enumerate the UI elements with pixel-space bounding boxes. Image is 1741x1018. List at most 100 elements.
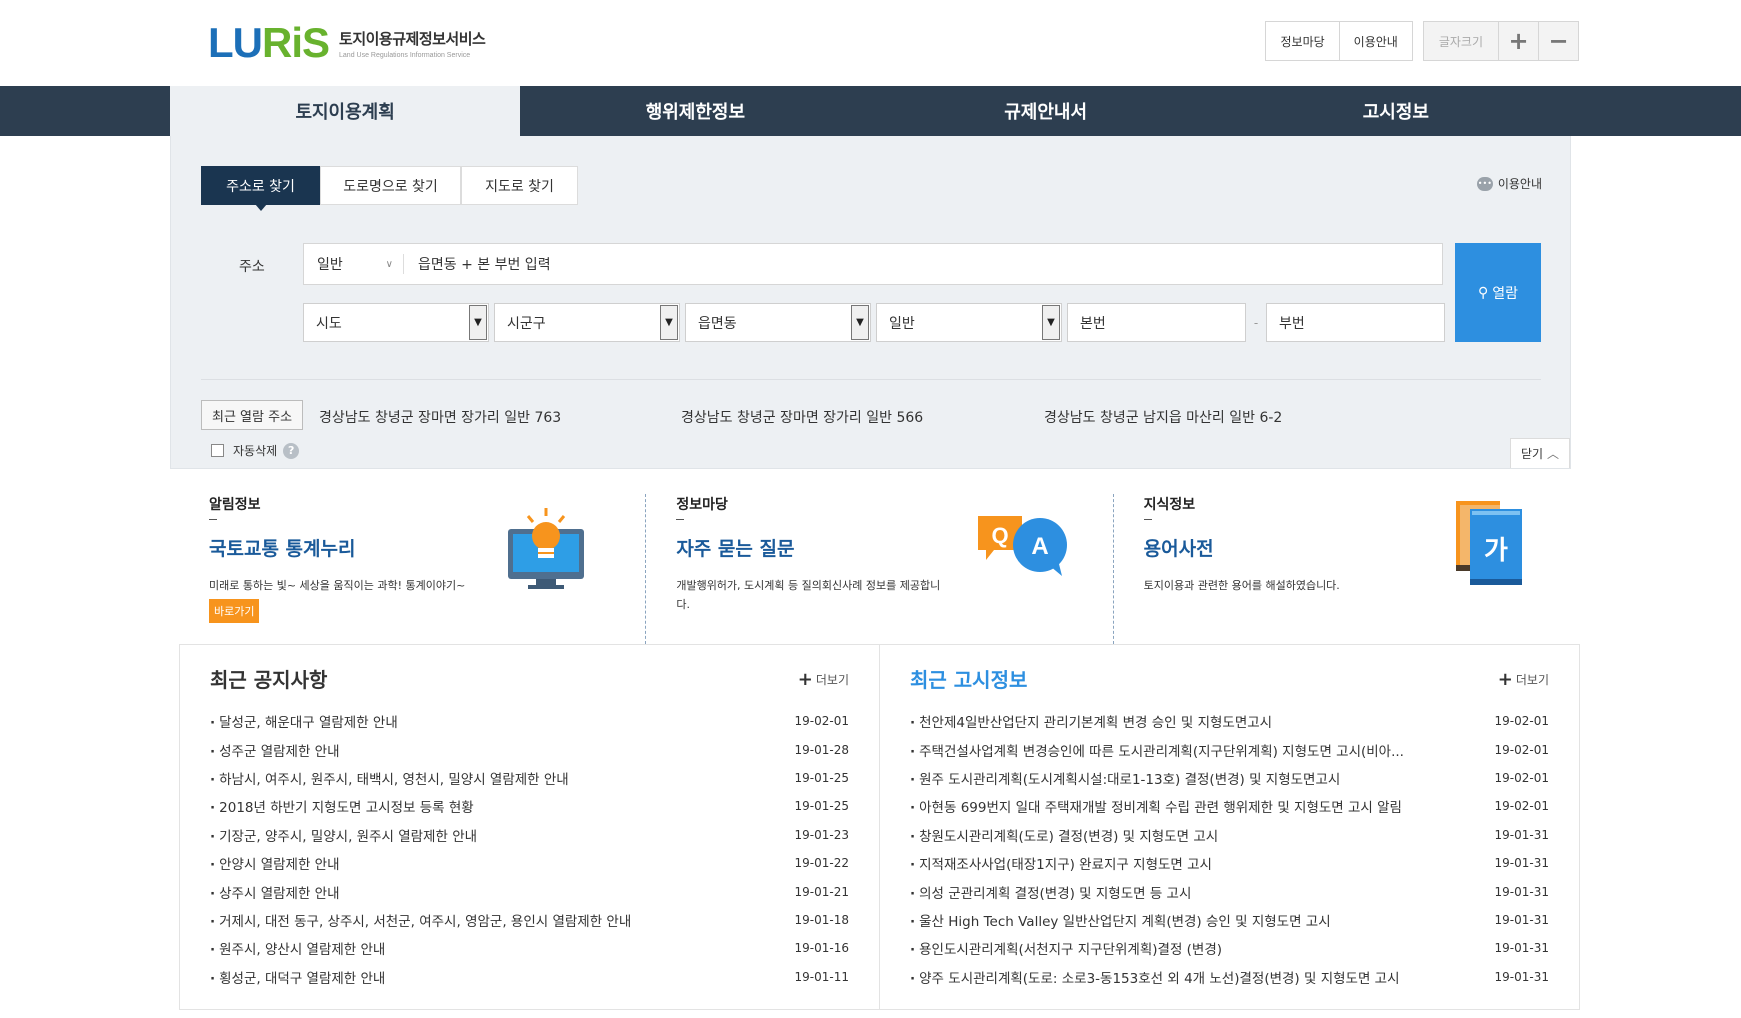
- auto-delete-checkbox[interactable]: [211, 444, 224, 457]
- list-item-date: 19-01-21: [794, 884, 849, 899]
- list-item[interactable]: 하남시, 여주시, 원주시, 태백시, 영천시, 밀양시 열람제한 안내 19-0…: [210, 764, 849, 792]
- list-item[interactable]: 횡성군, 대덕구 열람제한 안내 19-01-11: [210, 963, 849, 991]
- monitor-lightbulb-icon: [508, 508, 584, 589]
- help-icon[interactable]: ?: [283, 442, 300, 459]
- list-item-date: 19-01-28: [794, 742, 849, 757]
- address-type-select[interactable]: 일반 ∨: [304, 254, 404, 274]
- list-item-title[interactable]: 상주시 열람제한 안내: [210, 882, 339, 902]
- list-item[interactable]: 달성군, 해운대구 열람제한 안내 19-02-01: [210, 707, 849, 735]
- list-item-title[interactable]: 주택건설사업계획 변경승인에 따른 도시관리계획(지구단위계획) 지형도면 고시…: [910, 740, 1404, 760]
- view-button[interactable]: ⚲ 열람: [1455, 243, 1541, 342]
- go-button[interactable]: 바로가기: [209, 599, 260, 623]
- list-item[interactable]: 울산 High Tech Valley 일반산업단지 계획(변경) 승인 및 지…: [910, 906, 1549, 934]
- address-search-input[interactable]: 일반 ∨ 읍면동 + 본 부번 입력: [303, 243, 1443, 285]
- list-item-title[interactable]: 달성군, 해운대구 열람제한 안내: [210, 711, 398, 731]
- plus-icon: +: [1497, 669, 1513, 690]
- list-item-title[interactable]: 의성 군관리계획 결정(변경) 및 지형도면 등 고시: [910, 882, 1191, 902]
- tab-regulation-guide[interactable]: 규제안내서: [871, 86, 1221, 136]
- list-item[interactable]: 원주 도시관리계획(도시계획시설:대로1-13호) 결정(변경) 및 지형도면고…: [910, 764, 1549, 792]
- recent-address-item[interactable]: 경상남도 창녕군 장마면 장가리 일반 763: [319, 407, 561, 427]
- list-item[interactable]: 지적재조사사업(태장1지구) 완료지구 지형도면 고시 19-01-31: [910, 849, 1549, 877]
- list-item-title[interactable]: 원주시, 양산시 열람제한 안내: [210, 938, 385, 958]
- list-item-title[interactable]: 기장군, 양주시, 밀양시, 원주시 열람제한 안내: [210, 825, 477, 845]
- address-label: 주소: [239, 259, 265, 275]
- list-item[interactable]: 원주시, 양산시 열람제한 안내 19-01-16: [210, 934, 849, 962]
- list-item-title[interactable]: 횡성군, 대덕구 열람제한 안내: [210, 967, 385, 987]
- list-item-title[interactable]: 아현동 699번지 일대 주택재개발 정비계획 수립 관련 행위제한 및 지형도…: [910, 796, 1402, 816]
- gosi-more-link[interactable]: + 더보기: [1498, 669, 1549, 690]
- list-item[interactable]: 거제시, 대전 동구, 상주시, 서천군, 여주시, 영암군, 용인시 열람제한…: [210, 906, 849, 934]
- recent-address-item[interactable]: 경상남도 창녕군 장마면 장가리 일반 566: [681, 407, 923, 427]
- list-item-title[interactable]: 하남시, 여주시, 원주시, 태백시, 영천시, 밀양시 열람제한 안내: [210, 768, 569, 788]
- tab-search-by-road[interactable]: 도로명으로 찾기: [320, 166, 461, 205]
- font-increase-button[interactable]: +: [1499, 21, 1539, 61]
- list-item[interactable]: 아현동 699번지 일대 주택재개발 정비계획 수립 관련 행위제한 및 지형도…: [910, 792, 1549, 820]
- recent-notices: 최근 공지사항 +더보기 달성군, 해운대구 열람제한 안내 19-02-01 성주…: [179, 645, 879, 1010]
- main-number-input[interactable]: 본번: [1067, 303, 1246, 342]
- land-type-select[interactable]: 일반 ▼: [876, 303, 1062, 342]
- list-item[interactable]: 상주시 열람제한 안내 19-01-21: [210, 877, 849, 905]
- list-item-title[interactable]: 울산 High Tech Valley 일반산업단지 계획(변경) 승인 및 지…: [910, 910, 1331, 930]
- info-title[interactable]: 국토교통 통계누리: [209, 534, 355, 561]
- tab-action-restriction[interactable]: 행위제한정보: [520, 86, 870, 136]
- list-item[interactable]: 용인도시관리계획(서천지구 지구단위계획)결정 (변경) 19-01-31: [910, 934, 1549, 962]
- info-title[interactable]: 자주 묻는 질문: [676, 534, 794, 561]
- list-item[interactable]: 창원도시관리계획(도로) 결정(변경) 및 지형도면 고시 19-01-31: [910, 821, 1549, 849]
- search-guide-link[interactable]: ••• 이용안내: [1476, 175, 1542, 192]
- recent-address-item[interactable]: 경상남도 창녕군 남지읍 마산리 일반 6-2: [1044, 407, 1282, 427]
- list-item[interactable]: 성주군 열람제한 안내 19-01-28: [210, 735, 849, 763]
- list-item-title[interactable]: 2018년 하반기 지형도면 고시정보 등록 현황: [210, 796, 474, 816]
- utility-menu: 정보마당 이용안내 글자크기 + −: [1265, 21, 1579, 61]
- usage-guide-link[interactable]: 이용안내: [1339, 21, 1413, 61]
- list-item-date: 19-01-22: [794, 856, 849, 871]
- info-box-faq: 정보마당 자주 묻는 질문 개발행위허가, 도시계획 등 질의회신사례 정보를 …: [645, 494, 1112, 644]
- list-item-title[interactable]: 양주 도시관리계획(도로: 소로3-동153호선 외 4개 노선)결정(변경) …: [910, 967, 1399, 987]
- list-item-title[interactable]: 지적재조사사업(태장1지구) 완료지구 지형도면 고시: [910, 853, 1212, 873]
- recent-gosi: 최근 고시정보 +더보기 천안제4일반산업단지 관리기본계획 변경 승인 및 지…: [879, 645, 1580, 1010]
- list-item-date: 19-01-11: [794, 969, 849, 984]
- info-box-notice: 알림정보 국토교통 통계누리 미래로 통하는 빛~ 세상을 움직이는 과학! 통…: [179, 494, 645, 644]
- list-item-title[interactable]: 천안제4일반산업단지 관리기본계획 변경 승인 및 지형도면고시: [910, 711, 1272, 731]
- info-category: 정보마당: [676, 494, 728, 520]
- tab-search-by-map[interactable]: 지도로 찾기: [461, 166, 578, 205]
- recent-address-button[interactable]: 최근 열람 주소: [201, 400, 304, 430]
- number-separator: -: [1253, 315, 1259, 330]
- list-item-title[interactable]: 창원도시관리계획(도로) 결정(변경) 및 지형도면 고시: [910, 825, 1218, 845]
- list-item[interactable]: 주택건설사업계획 변경승인에 따른 도시관리계획(지구단위계획) 지형도면 고시…: [910, 735, 1549, 763]
- font-size-label: 글자크기: [1422, 21, 1499, 61]
- list-item-date: 19-01-16: [794, 941, 849, 956]
- sub-number-input[interactable]: 부번: [1266, 303, 1445, 342]
- info-title[interactable]: 용어사전: [1144, 534, 1214, 561]
- list-item-title[interactable]: 안양시 열람제한 안내: [210, 853, 339, 873]
- list-item[interactable]: 2018년 하반기 지형도면 고시정보 등록 현황 19-01-25: [210, 792, 849, 820]
- sido-select[interactable]: 시도 ▼: [303, 303, 489, 342]
- list-item-title[interactable]: 거제시, 대전 동구, 상주시, 서천군, 여주시, 영암군, 용인시 열람제한…: [210, 910, 631, 930]
- list-item-title[interactable]: 성주군 열람제한 안내: [210, 740, 339, 760]
- eupmyeondong-select[interactable]: 읍면동 ▼: [685, 303, 871, 342]
- site-logo[interactable]: LURiS 토지이용규제정보서비스 Land Use Regulations I…: [208, 22, 486, 64]
- qa-bubble-icon: Q A: [978, 516, 1068, 576]
- list-item-date: 19-01-25: [794, 770, 849, 785]
- list-item-date: 19-02-01: [1494, 799, 1549, 814]
- tab-notice-info[interactable]: 고시정보: [1221, 86, 1571, 136]
- list-item-date: 19-01-31: [1494, 827, 1549, 842]
- sigungu-select[interactable]: 시군구 ▼: [494, 303, 680, 342]
- font-decrease-button[interactable]: −: [1539, 21, 1579, 61]
- tab-land-use-plan[interactable]: 토지이용계획: [170, 86, 521, 136]
- close-button[interactable]: 닫기 ︿: [1510, 438, 1570, 468]
- list-item[interactable]: 의성 군관리계획 결정(변경) 및 지형도면 등 고시 19-01-31: [910, 877, 1549, 905]
- dropdown-arrow-icon: ▼: [469, 305, 487, 340]
- search-panel: 주소로 찾기 도로명으로 찾기 지도로 찾기 ••• 이용안내 주소 일반 ∨ …: [170, 136, 1571, 469]
- dropdown-arrow-icon: ▼: [660, 305, 678, 340]
- list-item[interactable]: 천안제4일반산업단지 관리기본계획 변경 승인 및 지형도면고시 19-02-01: [910, 707, 1549, 735]
- list-item[interactable]: 양주 도시관리계획(도로: 소로3-동153호선 외 4개 노선)결정(변경) …: [910, 963, 1549, 991]
- info-board-link[interactable]: 정보마당: [1265, 21, 1340, 61]
- notices-more-link[interactable]: + 더보기: [798, 669, 849, 690]
- list-item-date: 19-02-01: [1494, 714, 1549, 729]
- list-item[interactable]: 기장군, 양주시, 밀양시, 원주시 열람제한 안내 19-01-23: [210, 821, 849, 849]
- list-item-title[interactable]: 원주 도시관리계획(도시계획시설:대로1-13호) 결정(변경) 및 지형도면고…: [910, 768, 1340, 788]
- list-item[interactable]: 안양시 열람제한 안내 19-01-22: [210, 849, 849, 877]
- tab-search-by-address[interactable]: 주소로 찾기: [201, 166, 320, 211]
- info-category: 지식정보: [1143, 494, 1195, 520]
- list-item-title[interactable]: 용인도시관리계획(서천지구 지구단위계획)결정 (변경): [910, 938, 1222, 958]
